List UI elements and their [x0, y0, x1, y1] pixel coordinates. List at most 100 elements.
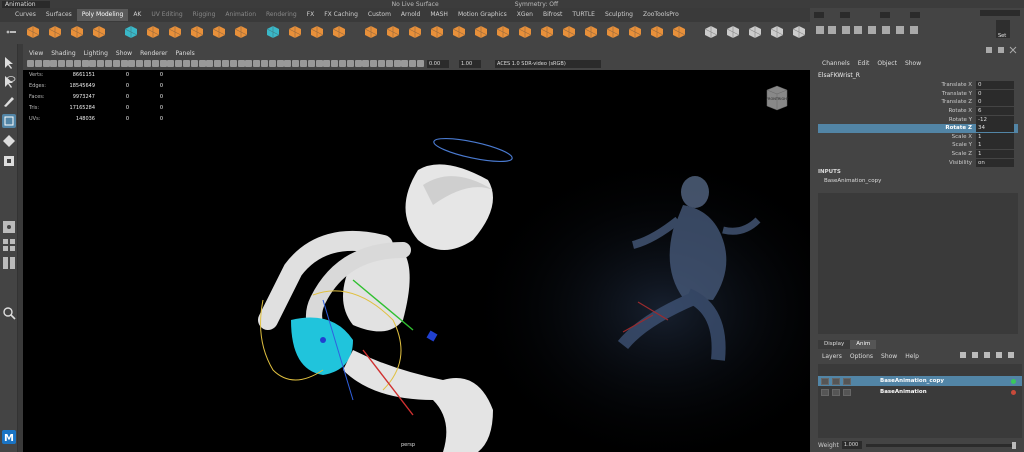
lasso-tool-icon[interactable] — [2, 75, 16, 89]
shelf-tab-rendering[interactable]: Rendering — [261, 9, 302, 21]
color-management-dropdown[interactable]: ACES 1.0 SDR-video (sRGB) — [495, 60, 601, 68]
attribute-value-field[interactable]: 1 — [976, 150, 1014, 159]
viewport-toolbar-icon[interactable] — [346, 60, 354, 67]
viewport-toolbar-icon[interactable] — [167, 60, 175, 67]
attribute-value-field[interactable]: 0 — [976, 98, 1014, 107]
shelf-tool-icon[interactable] — [386, 25, 400, 39]
viewport-toolbar-icon[interactable] — [66, 60, 73, 67]
shelf-tool-icon[interactable] — [70, 25, 84, 39]
move-tool-icon[interactable] — [2, 114, 16, 128]
viewport-menu-panels[interactable]: Panels — [171, 50, 198, 57]
shelf-tab-curves[interactable]: Curves — [10, 9, 41, 21]
shelf-tab-xgen[interactable]: XGen — [512, 9, 538, 21]
shelf-tool-icon[interactable] — [606, 25, 620, 39]
shelf-tab-arnold[interactable]: Arnold — [396, 9, 425, 21]
viewport-toolbar-icon[interactable] — [206, 60, 214, 67]
shelf-tool-icon[interactable] — [288, 25, 302, 39]
shelf-tool-icon[interactable] — [650, 25, 664, 39]
viewport-toolbar-icon[interactable] — [323, 60, 331, 67]
shelf-tool-icon[interactable] — [26, 25, 40, 39]
viewport-toolbar-icon[interactable] — [276, 60, 284, 67]
viewport-toolbar-icon[interactable] — [27, 60, 34, 67]
viewport-toolbar-icon[interactable] — [136, 60, 144, 67]
viewport-toolbar-icon[interactable] — [261, 60, 268, 67]
attribute-row-scale-x[interactable]: Scale X 1 — [818, 132, 1018, 142]
viewport-toolbar-icon[interactable] — [42, 60, 50, 67]
shelf-tab-mash[interactable]: MASH — [425, 9, 453, 21]
attribute-value-field[interactable]: 1 — [976, 132, 1014, 141]
viewport-toolbar-icon[interactable] — [284, 60, 292, 67]
shelf-tool-icon[interactable] — [792, 25, 806, 39]
viewport-toolbar-icon[interactable] — [300, 60, 307, 67]
viewport-toolbar-icon[interactable] — [362, 60, 370, 67]
layer-mute-button[interactable] — [843, 377, 851, 385]
viewport-toolbar-icon[interactable] — [159, 60, 167, 67]
viewport-toolbar-icon[interactable] — [144, 60, 151, 67]
shelf-tool-icon[interactable] — [584, 25, 598, 39]
shelf-menu-icon[interactable] — [4, 25, 18, 39]
shelf-tool-icon[interactable] — [266, 25, 280, 39]
viewport-panel[interactable]: Verts: 8661151 0 0 Edges: 18545649 0 0 Faces: 997… — [23, 70, 810, 452]
channel-menu-object[interactable]: Object — [873, 60, 901, 67]
attribute-value-field[interactable]: 0 — [976, 81, 1014, 90]
paint-select-icon[interactable] — [2, 94, 16, 108]
shelf-tool-icon[interactable] — [540, 25, 554, 39]
attribute-row-scale-z[interactable]: Scale Z 1 — [818, 150, 1018, 159]
shelf-tool-icon[interactable] — [770, 25, 784, 39]
layer-lock-button[interactable] — [821, 388, 829, 396]
shelf-tool-icon[interactable] — [408, 25, 422, 39]
shelf-tool-icon[interactable] — [92, 25, 106, 39]
viewport-toolbar-icon[interactable] — [370, 60, 378, 67]
weight-field[interactable]: 1.000 — [841, 441, 862, 449]
weight-slider-knob[interactable] — [1011, 441, 1016, 449]
viewport-toolbar-icon[interactable] — [393, 60, 401, 67]
layer-tool-icon[interactable] — [972, 352, 978, 358]
magnifier-icon[interactable] — [2, 306, 16, 320]
layout-two-icon[interactable] — [2, 256, 16, 270]
attribute-row-rotate-z[interactable]: Rotate Z 34 — [818, 124, 1018, 133]
viewport-toolbar-icon[interactable] — [237, 60, 245, 67]
viewport-toolbar-icon[interactable] — [401, 60, 409, 67]
live-surface-label[interactable]: No Live Surface — [392, 1, 439, 8]
shelf-tool-icon[interactable] — [190, 25, 204, 39]
viewport-field-b[interactable]: 1.00 — [459, 60, 481, 68]
layer-tool-icon[interactable] — [960, 352, 966, 358]
attribute-row-translate-x[interactable]: Translate X0 — [818, 81, 1018, 90]
attribute-value-field[interactable]: 1 — [976, 141, 1014, 150]
viewport-toolbar-icon[interactable] — [245, 60, 253, 67]
viewport-menu-lighting[interactable]: Lighting — [80, 50, 112, 57]
viewport-toolbar-icon[interactable] — [105, 60, 112, 67]
viewport-toolbar-icon[interactable] — [175, 60, 183, 67]
shelf-tool-icon[interactable] — [452, 25, 466, 39]
viewport-toolbar-icon[interactable] — [190, 60, 198, 67]
select-tool-icon[interactable] — [2, 56, 16, 70]
shelf-tool-icon[interactable] — [168, 25, 182, 39]
layer-menu-show[interactable]: Show — [877, 353, 901, 360]
layer-tool-icon[interactable] — [984, 352, 990, 358]
viewport-menu-view[interactable]: View — [25, 50, 47, 57]
shelf-tab-custom[interactable]: Custom — [363, 9, 396, 21]
attribute-row-rotate-y[interactable]: Rotate Y -12 — [818, 115, 1018, 124]
scale-tool-icon[interactable] — [2, 154, 16, 168]
attribute-value-field[interactable]: -12 — [976, 115, 1014, 124]
viewport-toolbar-icon[interactable] — [229, 60, 237, 67]
viewport-toolbar-icon[interactable] — [331, 60, 339, 67]
viewport-toolbar-icon[interactable] — [183, 60, 190, 67]
channel-menu-edit[interactable]: Edit — [854, 60, 874, 67]
viewport-toolbar-icon[interactable] — [151, 60, 159, 67]
shelf-tool-icon[interactable] — [364, 25, 378, 39]
shelf-tool-icon[interactable] — [430, 25, 444, 39]
attribute-row-visibility[interactable]: Visibility on — [818, 158, 1018, 167]
viewport-toolbar-icon[interactable] — [214, 60, 222, 67]
anim-layer-row[interactable]: BaseAnimation_copy — [818, 376, 1022, 386]
shelf-tab-surfaces[interactable]: Surfaces — [41, 9, 77, 21]
viewport-toolbar-icon[interactable] — [112, 60, 120, 67]
attribute-value-field[interactable]: 6 — [976, 107, 1014, 116]
selected-node-name[interactable]: ElsaFKWrist_R — [818, 72, 860, 79]
viewport-toolbar-icon[interactable] — [307, 60, 315, 67]
channel-menu-channels[interactable]: Channels — [818, 60, 854, 67]
shelf-tool-icon[interactable] — [474, 25, 488, 39]
viewport-toolbar-icon[interactable] — [50, 60, 58, 67]
viewport-toolbar-icon[interactable] — [81, 60, 89, 67]
shelf-tool-icon[interactable] — [726, 25, 740, 39]
